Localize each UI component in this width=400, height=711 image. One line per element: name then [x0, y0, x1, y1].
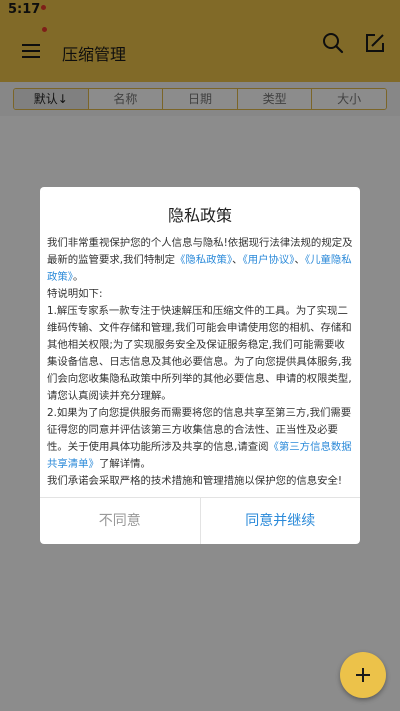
user-agreement-link[interactable]: 《用户协议》	[243, 254, 295, 266]
dialog-item-2-end: 了解详情。	[98, 458, 151, 470]
separator-text: 、	[294, 254, 305, 266]
add-fab-plus-icon[interactable]	[340, 652, 386, 698]
separator-text: 、	[232, 254, 243, 266]
disagree-button[interactable]: 不同意	[40, 498, 201, 544]
period-text: 。	[72, 271, 84, 283]
dialog-buttons: 不同意 同意并继续	[40, 498, 360, 544]
dialog-item-1: 1.解压专家系一款专注于快速解压和压缩文件的工具。为了实现二维码传输、文件存储和…	[47, 305, 352, 402]
dialog-body: 我们非常重视保护您的个人信息与隐私!依据现行法律法规的规定及最新的监管要求,我们…	[47, 235, 355, 490]
privacy-policy-link[interactable]: 《隐私政策》	[175, 254, 232, 266]
dialog-subheading: 特说明如下:	[47, 288, 103, 300]
agree-continue-button[interactable]: 同意并继续	[201, 498, 361, 544]
dialog-commitment-text: 我们承诺会采取严格的技术措施和管理措施以保护您的信息安全!	[47, 475, 343, 487]
privacy-dialog: 隐私政策 我们非常重视保护您的个人信息与隐私!依据现行法律法规的规定及最新的监管…	[40, 187, 360, 544]
dialog-title: 隐私政策	[167, 206, 232, 225]
